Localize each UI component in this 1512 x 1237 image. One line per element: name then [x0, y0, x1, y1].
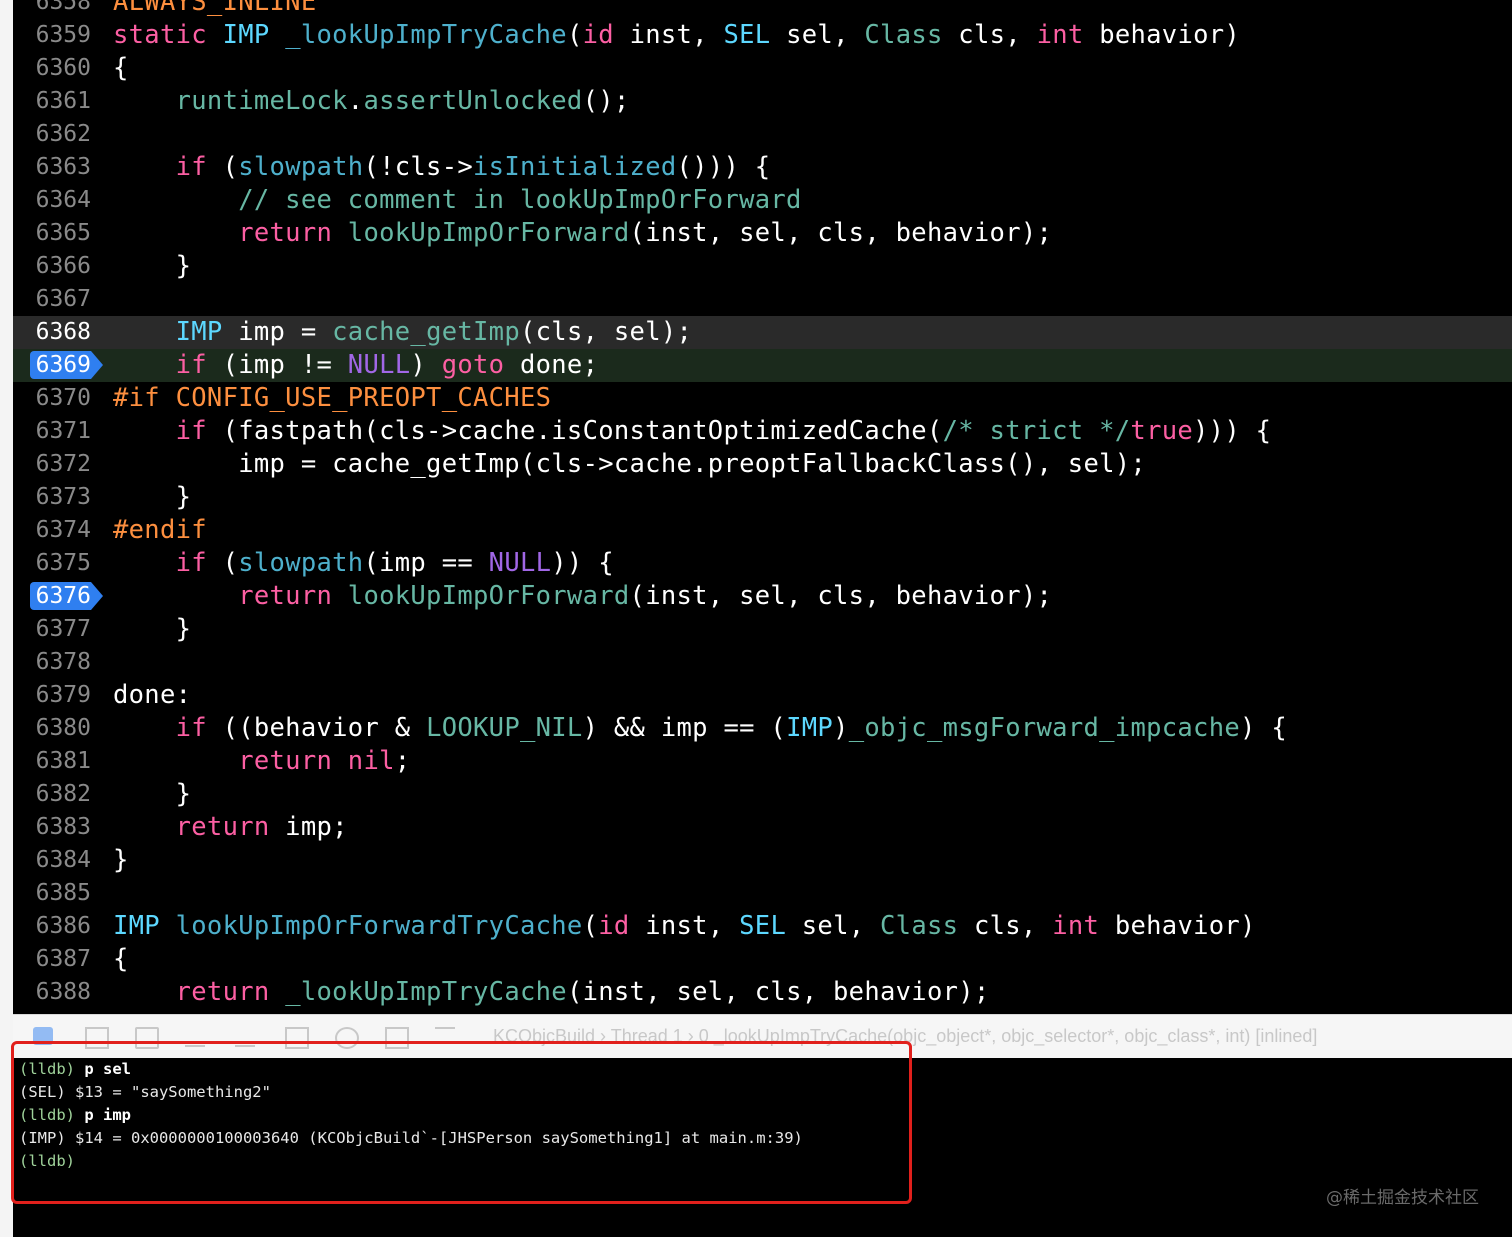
code-line[interactable]: 6367 [13, 283, 1512, 316]
line-number[interactable]: 6385 [13, 877, 91, 910]
watermark: @稀土掘金技术社区 [1326, 1188, 1479, 1208]
code-line[interactable]: 6379 done: [13, 679, 1512, 712]
line-number[interactable]: 6387 [13, 943, 91, 976]
code-line[interactable]: 6360 { [13, 52, 1512, 85]
code-text: } [113, 251, 192, 281]
code-text: } [113, 482, 192, 512]
code-line[interactable]: 6372 imp = cache_getImp(cls->cache.preop… [13, 448, 1512, 481]
line-number[interactable]: 6365 [13, 217, 91, 250]
line-number[interactable]: 6373 [13, 481, 91, 514]
code-line[interactable]: 6370 #if CONFIG_USE_PREOPT_CACHES [13, 382, 1512, 415]
line-number[interactable]: 6375 [13, 547, 91, 580]
line-number[interactable]: 6368 [13, 316, 91, 349]
code-text: return _lookUpImpTryCache(inst, sel, cls… [175, 977, 990, 1007]
code-text: return imp; [175, 812, 348, 842]
code-line[interactable]: 6374 #endif [13, 514, 1512, 547]
code-line[interactable]: 6385 [13, 877, 1512, 910]
code-line[interactable]: 6378 [13, 646, 1512, 679]
breakpoint-line-number[interactable]: 6376 [13, 580, 104, 613]
line-number[interactable]: 6367 [13, 283, 91, 316]
code-line[interactable]: 6373 } [13, 481, 1512, 514]
line-number[interactable]: 6358 [13, 0, 91, 19]
code-line[interactable]: 6368 IMP imp = cache_getImp(cls, sel); [13, 316, 1512, 349]
code-line[interactable]: 6375 if (slowpath(imp == NULL)) { [13, 547, 1512, 580]
line-number[interactable]: 6372 [13, 448, 91, 481]
line-number[interactable]: 6362 [13, 118, 91, 151]
code-line[interactable]: 6377 } [13, 613, 1512, 646]
code-line[interactable]: 6381 return nil; [13, 745, 1512, 778]
code-text: runtimeLock.assertUnlocked(); [175, 86, 630, 116]
code-text: if (imp != NULL) goto done; [175, 350, 599, 380]
code-text: } [113, 845, 129, 875]
code-text: if (fastpath(cls->cache.isConstantOptimi… [175, 416, 1272, 446]
line-number[interactable]: 6379 [13, 679, 91, 712]
line-number[interactable]: 6383 [13, 811, 91, 844]
code-text: IMP imp = cache_getImp(cls, sel); [175, 317, 693, 347]
code-line[interactable]: 6371 if (fastpath(cls->cache.isConstantO… [13, 415, 1512, 448]
line-number[interactable]: 6359 [13, 19, 91, 52]
code-text: #endif [113, 515, 207, 545]
code-text: imp = cache_getImp(cls->cache.preoptFall… [113, 449, 1147, 479]
code-line[interactable]: 6358 ALWAYS_INLINE [13, 0, 1512, 19]
code-line[interactable]: 6386 IMP lookUpImpOrForwardTryCache(id in… [13, 910, 1512, 943]
code-text: // see comment in lookUpImpOrForward [238, 185, 802, 215]
code-text: } [113, 779, 192, 809]
code-text: if ((behavior & LOOKUP_NIL) && imp == (I… [175, 713, 1287, 743]
code-line[interactable]: 6363 if (slowpath(!cls->isInitialized())… [13, 151, 1512, 184]
code-line[interactable]: 6364 // see comment in lookUpImpOrForwar… [13, 184, 1512, 217]
line-number[interactable]: 6378 [13, 646, 91, 679]
line-number[interactable]: 6364 [13, 184, 91, 217]
code-text: return nil; [238, 746, 411, 776]
code-text: { [113, 944, 129, 974]
code-line[interactable]: 6366 } [13, 250, 1512, 283]
code-line[interactable]: 6384} [13, 844, 1512, 877]
line-number[interactable]: 6366 [13, 250, 91, 283]
code-text: IMP lookUpImpOrForwardTryCache(id inst, … [113, 911, 1256, 941]
line-number[interactable]: 6382 [13, 778, 91, 811]
code-text: ALWAYS_INLINE [113, 0, 317, 17]
code-line[interactable]: 6362 [13, 118, 1512, 151]
code-line[interactable]: 6382 } [13, 778, 1512, 811]
breakpoint-line-number[interactable]: 6369 [13, 349, 104, 382]
code-line[interactable]: 6359 static IMP _lookUpImpTryCache(id ins… [13, 19, 1512, 52]
code-line[interactable]: 6369 if (imp != NULL) goto done; [13, 349, 1512, 382]
code-text: return lookUpImpOrForward(inst, sel, cls… [238, 581, 1053, 611]
line-number[interactable]: 6361 [13, 85, 91, 118]
code-line[interactable]: 6365 return lookUpImpOrForward(inst, sel… [13, 217, 1512, 250]
line-number[interactable]: 6360 [13, 52, 91, 85]
code-line[interactable]: 6388 return _lookUpImpTryCache(inst, sel… [13, 976, 1512, 1009]
line-number[interactable]: 6374 [13, 514, 91, 547]
line-number[interactable]: 6388 [13, 976, 91, 1009]
line-number[interactable]: 6384 [13, 844, 91, 877]
line-number[interactable]: 6377 [13, 613, 91, 646]
line-number[interactable]: 6386 [13, 910, 91, 943]
code-text: done: [113, 680, 192, 710]
line-number[interactable]: 6380 [13, 712, 91, 745]
code-text: { [113, 53, 129, 83]
line-number[interactable]: 6370 [13, 382, 91, 415]
code-line[interactable]: 6361 runtimeLock.assertUnlocked(); [13, 85, 1512, 118]
code-line[interactable]: 6376 return lookUpImpOrForward(inst, sel… [13, 580, 1512, 613]
code-line[interactable]: 6387 { [13, 943, 1512, 976]
code-editor[interactable]: 6358 ALWAYS_INLINE 6359 static IMP _lookUpI… [13, 0, 1512, 1014]
line-number[interactable]: 6363 [13, 151, 91, 184]
code-line[interactable]: 6383 return imp; [13, 811, 1512, 844]
line-number[interactable]: 6381 [13, 745, 91, 778]
code-text: } [113, 614, 192, 644]
code-text: if (slowpath(imp == NULL)) { [175, 548, 614, 578]
code-text: #if CONFIG_USE_PREOPT_CACHES [113, 383, 552, 413]
code-text: return lookUpImpOrForward(inst, sel, cls… [238, 218, 1053, 248]
code-line[interactable]: 6380 if ((behavior & LOOKUP_NIL) && imp … [13, 712, 1512, 745]
line-number[interactable]: 6371 [13, 415, 91, 448]
annotation-red-box [11, 1041, 912, 1204]
code-text: if (slowpath(!cls->isInitialized())) { [175, 152, 771, 182]
code-text: static IMP _lookUpImpTryCache(id inst, S… [113, 20, 1241, 50]
